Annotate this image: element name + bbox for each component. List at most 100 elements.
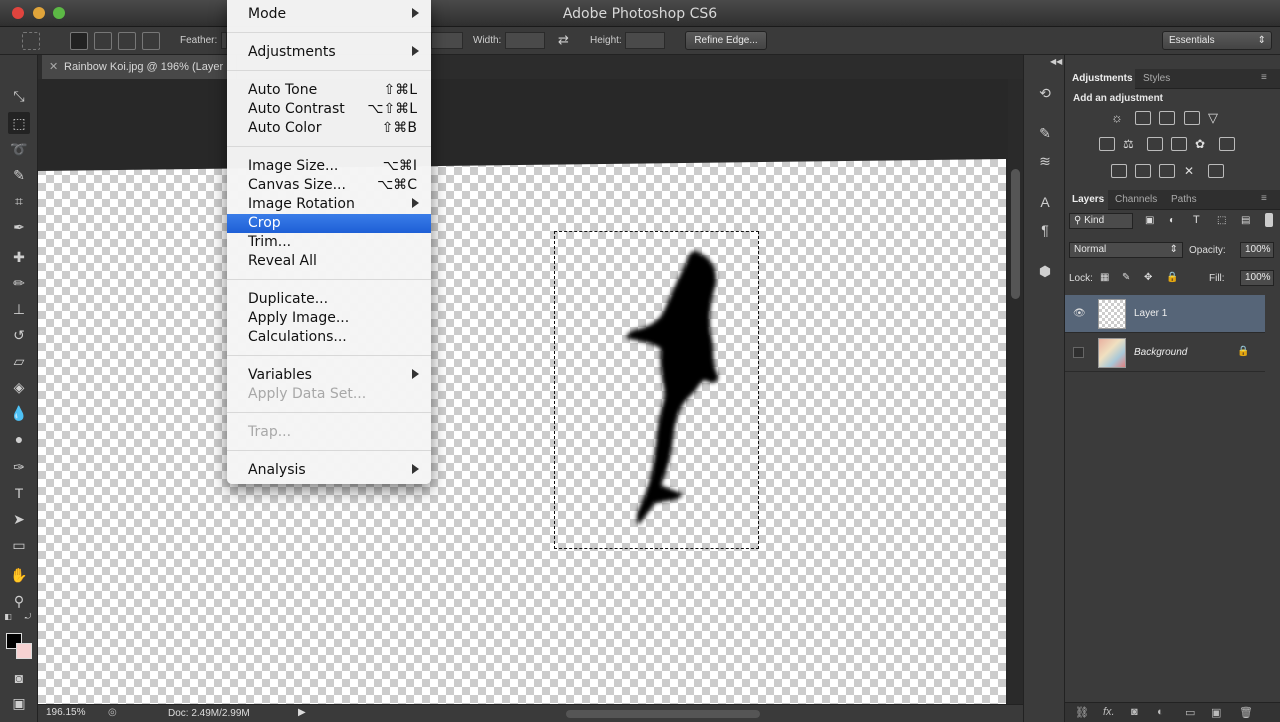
new-selection-icon[interactable] — [70, 32, 88, 50]
filter-type-icon[interactable]: T — [1193, 214, 1200, 226]
color-lookup-icon[interactable] — [1219, 137, 1235, 151]
rectangle-tool-icon[interactable]: ▭ — [8, 534, 30, 556]
menu-item-mode[interactable]: Mode — [227, 5, 431, 24]
curves-icon[interactable] — [1159, 111, 1175, 125]
3d-panel-icon[interactable]: ⬢ — [1034, 260, 1056, 282]
lock-transparent-icon[interactable]: ▦ — [1100, 272, 1109, 283]
screen-mode-icon[interactable]: ▣ — [8, 692, 30, 714]
vibrance-icon[interactable]: ▽ — [1208, 111, 1224, 125]
crop-tool-icon[interactable]: ⌗ — [8, 190, 30, 212]
brush-presets-icon[interactable]: ✎ — [1034, 122, 1056, 144]
swap-dimensions-icon[interactable]: ⇄ — [558, 32, 569, 48]
gradient-map-icon[interactable] — [1208, 164, 1224, 178]
quick-mask-icon[interactable]: ◙ — [8, 667, 30, 689]
eraser-tool-icon[interactable]: ▱ — [8, 350, 30, 372]
hue-saturation-icon[interactable] — [1099, 137, 1115, 151]
selective-color-icon[interactable]: ✕ — [1184, 164, 1200, 178]
refine-edge-button[interactable]: Refine Edge... — [685, 31, 767, 50]
menu-item-trim[interactable]: Trim... — [227, 233, 431, 252]
menu-item-auto-tone[interactable]: Auto Tone ⇧⌘L — [227, 81, 431, 100]
new-group-icon[interactable]: ▭ — [1185, 706, 1195, 719]
canvas-area[interactable] — [38, 79, 1008, 704]
zoom-level-field[interactable]: 196.15% — [46, 707, 94, 721]
hand-tool-icon[interactable]: ✋ — [8, 564, 30, 586]
black-white-icon[interactable] — [1147, 137, 1163, 151]
pen-tool-icon[interactable]: ✑ — [8, 456, 30, 478]
background-color-swatch[interactable] — [16, 643, 32, 659]
paint-bucket-tool-icon[interactable]: ◈ — [8, 376, 30, 398]
brightness-contrast-icon[interactable]: ☼ — [1111, 111, 1127, 125]
tab-adjustments[interactable]: Adjustments — [1072, 73, 1133, 84]
close-icon[interactable]: ✕ — [49, 60, 58, 73]
layer-filter-select[interactable]: ⚲ Kind — [1069, 213, 1133, 229]
lock-all-icon[interactable]: 🔒 — [1166, 272, 1178, 283]
exposure-icon[interactable] — [1184, 111, 1200, 125]
collapse-dock-icon[interactable]: ◀◀ — [1050, 57, 1062, 67]
menu-item-image-size[interactable]: Image Size... ⌥⌘I — [227, 157, 431, 176]
brush-panel-icon[interactable]: ≋ — [1034, 150, 1056, 172]
layer-row-background[interactable]: Background 🔒 — [1065, 334, 1265, 372]
blur-tool-icon[interactable]: 💧 — [8, 402, 30, 424]
layer-style-icon[interactable]: fx. — [1103, 706, 1115, 718]
add-mask-icon[interactable]: ◙ — [1131, 706, 1138, 718]
levels-icon[interactable] — [1135, 111, 1151, 125]
menu-item-duplicate[interactable]: Duplicate... — [227, 290, 431, 309]
panel-menu-icon[interactable]: ≡ — [1261, 72, 1267, 83]
eyedropper-tool-icon[interactable]: ✒ — [8, 216, 30, 238]
visibility-toggle[interactable] — [1073, 347, 1084, 358]
menu-item-calculations[interactable]: Calculations... — [227, 328, 431, 347]
marquee-preset-icon[interactable] — [22, 32, 40, 50]
link-layers-icon[interactable]: ⛓ — [1075, 706, 1089, 719]
brush-tool-icon[interactable]: ✏ — [8, 272, 30, 294]
zoom-tool-icon[interactable]: ⚲ — [8, 590, 30, 612]
horizontal-scroll-thumb[interactable] — [566, 710, 760, 718]
tab-paths[interactable]: Paths — [1171, 194, 1197, 205]
photo-filter-icon[interactable] — [1171, 137, 1187, 151]
delete-layer-icon[interactable]: 🗑 — [1239, 706, 1253, 719]
menu-item-reveal-all[interactable]: Reveal All — [227, 252, 431, 271]
eye-icon[interactable]: 👁 — [1073, 308, 1086, 320]
document-tab[interactable]: ✕ Rainbow Koi.jpg @ 196% (Layer — [42, 55, 237, 79]
image-canvas[interactable] — [38, 159, 1006, 704]
lock-position-icon[interactable]: ✥ — [1144, 272, 1152, 283]
menu-item-image-rotation[interactable]: Image Rotation — [227, 195, 431, 214]
filter-shape-icon[interactable]: ⬚ — [1217, 215, 1226, 226]
path-selection-tool-icon[interactable]: ➤ — [8, 508, 30, 530]
workspace-select[interactable]: Essentials ⇕ — [1162, 31, 1272, 50]
blend-mode-select[interactable]: Normal ⇕ — [1069, 242, 1183, 258]
new-layer-icon[interactable]: ▣ — [1211, 706, 1221, 719]
threshold-icon[interactable] — [1159, 164, 1175, 178]
color-balance-icon[interactable]: ⚖ — [1123, 137, 1139, 151]
history-panel-icon[interactable]: ⟲ — [1034, 82, 1056, 104]
clone-stamp-tool-icon[interactable]: ⊥ — [8, 298, 30, 320]
posterize-icon[interactable] — [1135, 164, 1151, 178]
history-brush-tool-icon[interactable]: ↺ — [8, 324, 30, 346]
quick-selection-tool-icon[interactable]: ✎ — [8, 164, 30, 186]
default-colors-icon[interactable]: ◧ — [2, 611, 14, 623]
channel-mixer-icon[interactable]: ✿ — [1195, 137, 1211, 151]
type-tool-icon[interactable]: T — [8, 482, 30, 504]
fill-input[interactable]: 100% — [1240, 270, 1274, 286]
filter-toggle[interactable] — [1265, 213, 1273, 227]
status-info-icon[interactable]: ◎ — [108, 707, 117, 718]
subtract-from-selection-icon[interactable] — [118, 32, 136, 50]
menu-item-auto-color[interactable]: Auto Color ⇧⌘B — [227, 119, 431, 138]
dodge-tool-icon[interactable]: ● — [8, 428, 30, 450]
healing-brush-tool-icon[interactable]: ✚ — [8, 246, 30, 268]
intersect-selection-icon[interactable] — [142, 32, 160, 50]
filter-pixel-icon[interactable]: ▣ — [1145, 215, 1154, 226]
layer-row-layer-1[interactable]: 👁 Layer 1 — [1065, 295, 1265, 333]
menu-item-apply-image[interactable]: Apply Image... — [227, 309, 431, 328]
swap-colors-icon[interactable]: ⤾ — [22, 611, 34, 623]
menu-item-analysis[interactable]: Analysis — [227, 461, 431, 480]
new-adjustment-layer-icon[interactable]: ◐ — [1157, 706, 1164, 718]
style-select[interactable] — [431, 32, 463, 49]
vertical-scroll-thumb[interactable] — [1011, 169, 1020, 299]
menu-item-crop[interactable]: Crop — [227, 214, 431, 233]
status-menu-arrow-icon[interactable]: ▶ — [298, 707, 306, 718]
height-input[interactable] — [625, 32, 665, 49]
add-to-selection-icon[interactable] — [94, 32, 112, 50]
lock-pixels-icon[interactable]: ✎ — [1122, 272, 1130, 283]
opacity-input[interactable]: 100% — [1240, 242, 1274, 258]
paragraph-panel-icon[interactable]: ¶ — [1034, 219, 1056, 241]
